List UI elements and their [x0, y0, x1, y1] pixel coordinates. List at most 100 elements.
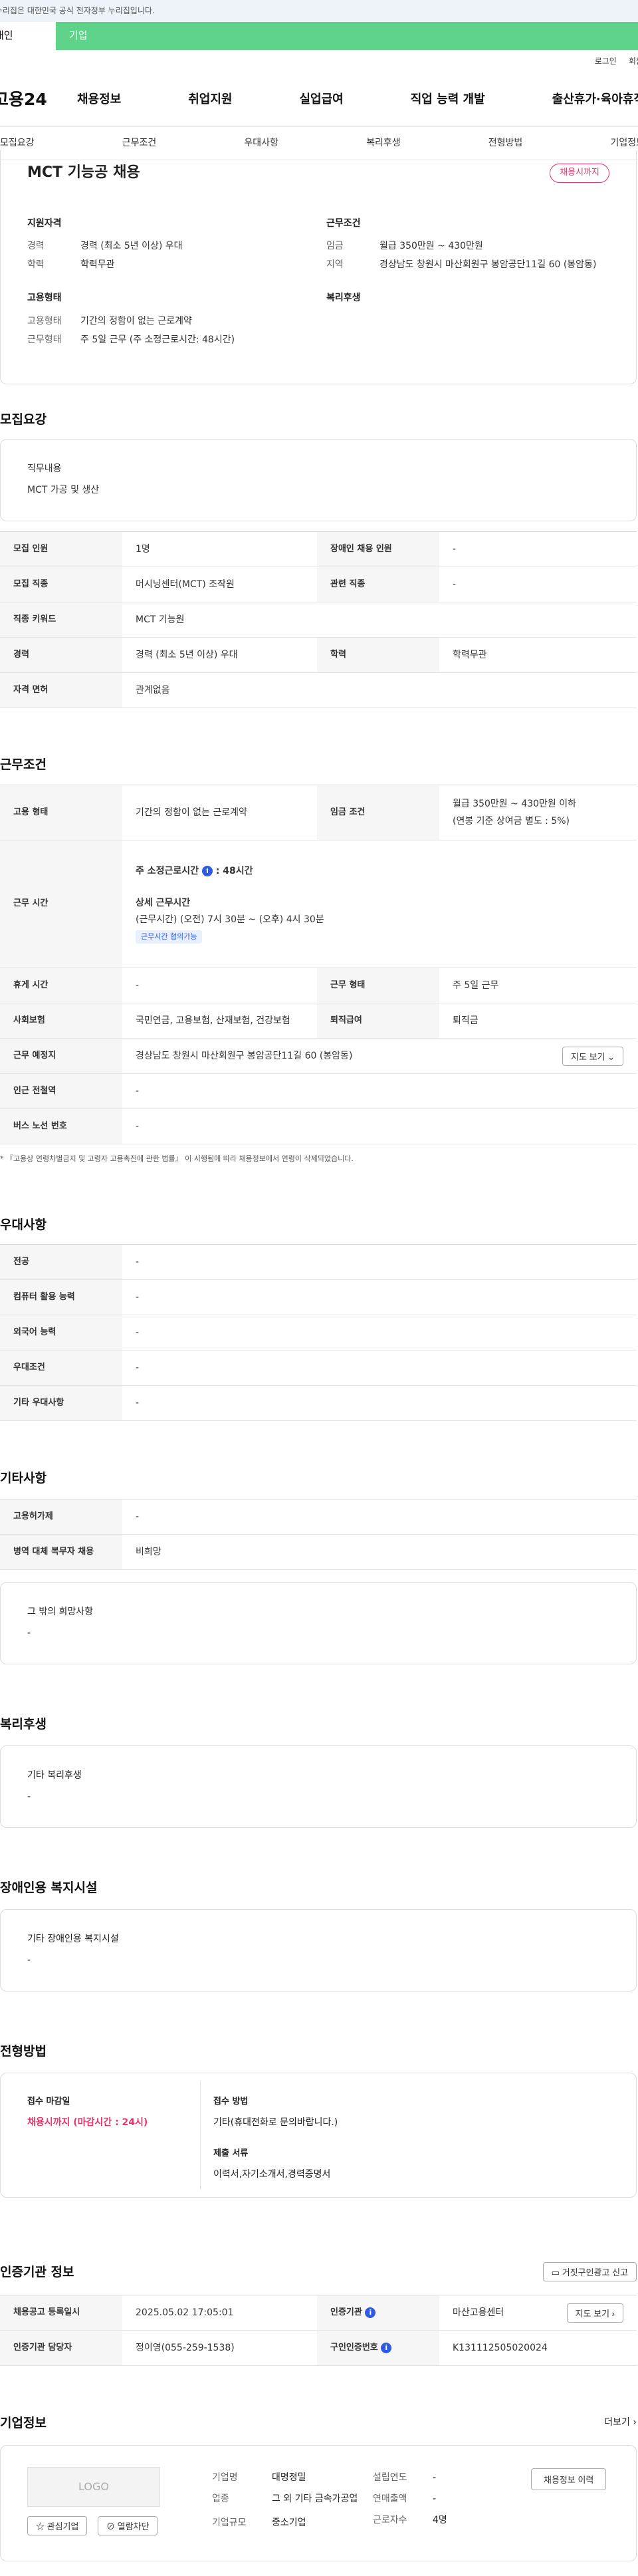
weekly-hours-value: : 48시간 [215, 866, 253, 877]
age-note: * 『고용상 연령차별금지 및 고령자 고용촉진에 관한 법률』 이 시행됨에 … [0, 1154, 354, 1163]
pref-table: 전공 - 컴퓨터 활용 능력 - 외국어 능력 - 우대조건 - 기타 우대사항 - [0, 1244, 637, 1421]
chevron-right-icon: › [633, 2417, 637, 2428]
work-type-value: 주 5일 근무 (주 소정근로시간: 48시간) [80, 334, 235, 345]
company-card: LOGO ☆ 관심기업 ⊘ 열람차단 기업명 대명정밀 업종 그 외 기타 금속가공… [0, 2445, 637, 2561]
wish-value: - [27, 1628, 31, 1638]
license-value: 관계없음 [136, 684, 170, 696]
other-pref-value: - [136, 1397, 140, 1408]
related-value: - [453, 579, 457, 590]
computer-value: - [136, 1291, 140, 1303]
keyword-value: MCT 기능원 [136, 614, 185, 625]
industry-value: 그 외 기타 금속가공업 [272, 2494, 358, 2504]
employees-value: 4명 [433, 2515, 447, 2525]
global-nav: 고용24 채용정보 취업지원 실업급여 직업 능력 개발 출산휴가·육아휴직 [0, 74, 638, 127]
emp-type-value: 기간의 정함이 없는 근로계약 [80, 315, 192, 326]
pref-condition-value: - [136, 1362, 140, 1373]
info-icon[interactable]: i [365, 2307, 376, 2318]
gnb-item-jobs[interactable]: 채용정보 [77, 91, 121, 108]
anchor-welfare[interactable]: 복리후생 [366, 136, 401, 150]
tab-personal[interactable]: 개인 [0, 22, 56, 50]
recruit-edu-value: 학력무관 [453, 649, 487, 660]
insurance-value: 국민연금, 고용보험, 산재보험, 건강보험 [136, 1015, 290, 1026]
document-icon: ▭ [551, 2267, 560, 2277]
gnb-item-leave[interactable]: 출산휴가·육아휴직 [552, 91, 638, 108]
gnb-item-support[interactable]: 취업지원 [188, 91, 232, 108]
anchor-pref[interactable]: 우대사항 [244, 136, 278, 150]
join-link[interactable]: 회원가입 [629, 56, 638, 67]
career-value: 경력 (최소 5년 이상) 우대 [80, 241, 183, 252]
block-view-button[interactable]: ⊘ 열람차단 [98, 2516, 158, 2535]
anchor-selection[interactable]: 전형방법 [488, 136, 523, 150]
star-icon: ☆ [36, 2521, 45, 2531]
recruit-table: 모집 인원 1명 장애인 채용 인원 - 모집 직종 머시닝센터(MCT) 조작… [0, 531, 637, 708]
retire-value: 퇴직금 [453, 1015, 478, 1026]
disabled-section-title: 장애인용 복지시설 [0, 1880, 98, 1895]
recruit-history-button[interactable]: 채용정보 이력 [531, 2468, 607, 2490]
rest-value: - [136, 979, 140, 991]
welfare-card: 기타 복리후생 - [0, 1745, 637, 1828]
user-type-tabs: 개인 기업 [0, 22, 638, 50]
anchor-work[interactable]: 근무조건 [122, 136, 157, 150]
deadline-value: 채용시까지 (마감시간 : 24시) [27, 2117, 148, 2128]
region-value: 경상남도 창원시 마산회원구 봉암공단11길 60 (봉암동) [379, 259, 597, 271]
revenue-value: - [433, 2494, 437, 2504]
status-badge: 채용시까지 [550, 164, 609, 183]
gnb-item-training[interactable]: 직업 능력 개발 [411, 91, 485, 108]
hours-negotiable-tag: 근무시간 협의가능 [136, 930, 203, 944]
anchor-recruit[interactable]: 모집요강 [0, 136, 35, 150]
work-section-title: 근무조건 [0, 757, 47, 772]
login-link[interactable]: 로그인 [595, 56, 617, 67]
work-table: 고용 형태 기간의 정함이 없는 근로계약 임금 조건 월급 350만원 ~ 4… [0, 785, 637, 1144]
conditions-heading: 근무조건 [326, 218, 361, 229]
military-value: 비희망 [136, 1546, 161, 1557]
wage-condition-value: 월급 350만원 ~ 430만원 이하 [453, 799, 577, 809]
info-icon[interactable]: i [201, 866, 213, 877]
language-value: - [136, 1327, 140, 1338]
welfare-value: - [27, 1791, 31, 1802]
location-value: 경상남도 창원시 마산회원구 봉암공단11길 60 (봉암동) [136, 1050, 353, 1061]
pref-section-title: 우대사항 [0, 1218, 47, 1232]
headcount-value: 1명 [136, 543, 150, 555]
company-size-value: 중소기업 [272, 2517, 306, 2528]
agency-table: 채용공고 등록일시 2025.05.02 17:05:01 인증기관 i 마산고… [0, 2295, 637, 2366]
agency-section-title: 인증기관 정보 [0, 2265, 74, 2279]
info-icon[interactable]: i [381, 2343, 392, 2353]
emp-value: 기간의 정함이 없는 근로계약 [136, 807, 247, 818]
founded-value: - [433, 2472, 437, 2483]
wage-value: 월급 350만원 ~ 430만원 [379, 241, 483, 252]
occupation-value: 머시닝센터(MCT) 조작원 [136, 579, 235, 590]
logo[interactable]: 고용24 [0, 88, 77, 112]
employment-heading: 고용형태 [27, 293, 62, 304]
welfare-heading: 복리후생 [326, 293, 361, 304]
favorite-company-button[interactable]: ☆ 관심기업 [27, 2516, 88, 2535]
summary-card: MCT 기능공 채용 채용시까지 지원자격 경력 경력 (최소 5년 이상) 우대… [0, 150, 637, 384]
company-more-link[interactable]: 더보기 › [604, 2416, 637, 2429]
docs-value: 이력서,자기소개서,경력증명서 [213, 2169, 331, 2180]
tab-company[interactable]: 기업 [56, 22, 638, 50]
manager-value: 정이영(055-259-1538) [136, 2342, 235, 2353]
recruit-career-value: 경력 (최소 5년 이상) 우대 [136, 649, 238, 660]
job-cert-no-value: K131112505020024 [453, 2342, 548, 2353]
bus-value: - [136, 1120, 140, 1132]
hours-detail-value: (근무시간) (오전) 7시 30분 ~ (오후) 4시 30분 [136, 914, 324, 925]
block-icon: ⊘ [106, 2521, 116, 2531]
job-content-card: 직무내용 MCT 가공 및 생산 [0, 439, 637, 521]
disabled-facility-value: - [27, 1955, 31, 1966]
job-title: MCT 기능공 채용 [27, 164, 140, 181]
selection-card: 접수 마감일 채용시까지 (마감시간 : 24시) 접수 방법 기타(휴대전화로… [0, 2073, 637, 2198]
chevron-down-icon: ⌄ [607, 1051, 615, 1062]
subway-value: - [136, 1085, 140, 1096]
company-name-value: 대명정밀 [272, 2472, 306, 2483]
report-fake-ad-button[interactable]: ▭ 거짓구인광고 신고 [542, 2262, 637, 2281]
gov-banner: 이 누리집은 대한민국 공식 전자정부 누리집입니다. [0, 0, 638, 22]
anchor-company[interactable]: 기업정보 [610, 136, 638, 150]
qualification-heading: 지원자격 [27, 218, 62, 229]
edu-value: 학력무관 [80, 259, 115, 271]
etc-table: 고용허가제 - 병역 대체 복무자 채용 비희망 [0, 1499, 637, 1570]
gov-banner-text: 이 누리집은 대한민국 공식 전자정부 누리집입니다. [0, 5, 155, 15]
agency-map-button[interactable]: 지도 보기 › [566, 2303, 623, 2323]
gnb-item-benefit[interactable]: 실업급여 [300, 91, 344, 108]
job-content-value: MCT 가공 및 생산 [27, 485, 100, 495]
map-button[interactable]: 지도 보기 ⌄ [562, 1046, 623, 1066]
recruit-section-title: 모집요강 [0, 412, 47, 427]
